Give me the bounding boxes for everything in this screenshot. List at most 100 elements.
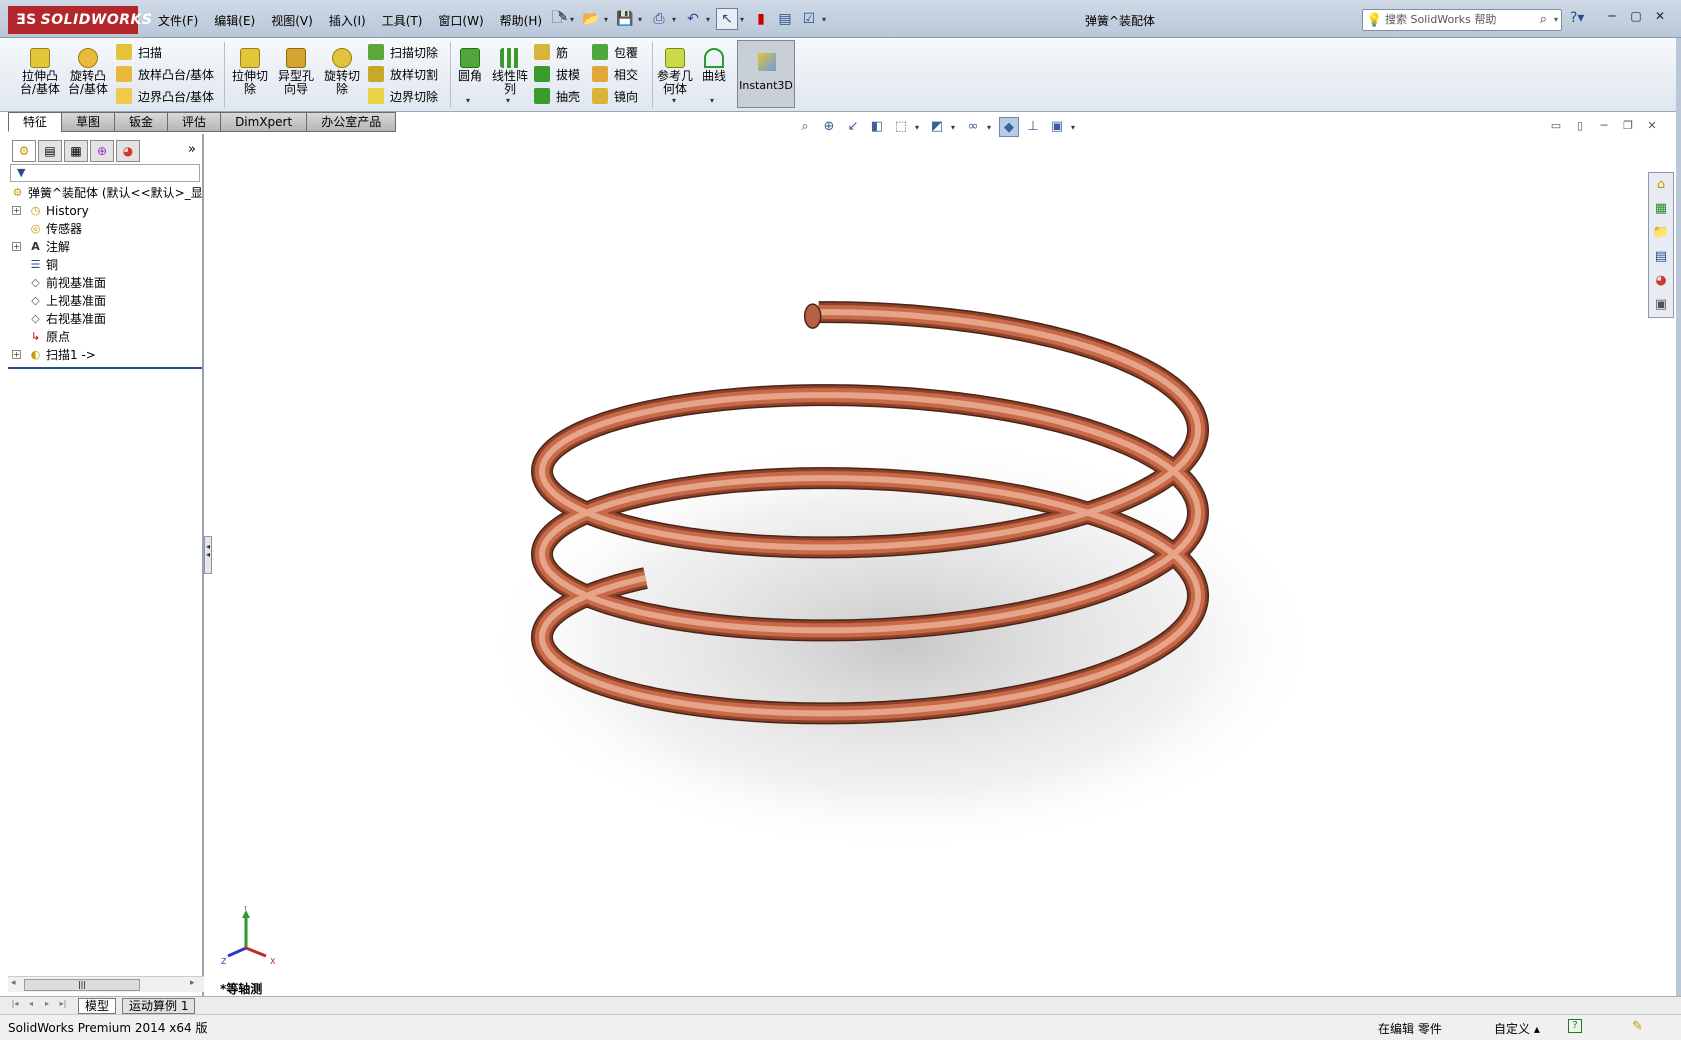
rebuild-traffic-light-icon[interactable]: ▮ [750, 8, 772, 30]
tab-sheet-metal[interactable]: 钣金 [114, 112, 168, 132]
design-library-icon[interactable]: ▦ [1650, 199, 1672, 219]
sweep-cut-button[interactable]: 扫描切除 [368, 42, 438, 62]
tree-item-material[interactable]: ☰ 铜 [8, 256, 202, 274]
open-dropdown-icon[interactable]: ▾ [604, 15, 612, 24]
prev-tab-icon[interactable]: ◂ [24, 999, 38, 1008]
boundary-cut-button[interactable]: 边界切除 [368, 86, 438, 106]
custom-properties-icon[interactable]: ▣ [1650, 295, 1672, 315]
appearances-icon[interactable]: ◕ [1650, 271, 1672, 291]
revolve-cut-button[interactable]: 旋转切 除 [318, 44, 366, 106]
feature-tree-scrollbar[interactable]: ◂ ||| ▸ [8, 976, 204, 992]
intersect-button[interactable]: 相交 [592, 64, 638, 84]
menu-view[interactable]: 视图(V) [263, 10, 321, 31]
scrollbar-thumb[interactable]: ||| [24, 979, 140, 991]
open-folder-icon[interactable]: 📂 [580, 8, 602, 30]
undo-icon[interactable]: ↶ [682, 8, 704, 30]
last-tab-icon[interactable]: ▸| [56, 999, 70, 1008]
loft-cut-button[interactable]: 放样切割 [368, 64, 438, 84]
scroll-right-icon[interactable]: ▸ [190, 978, 195, 988]
scroll-left-icon[interactable]: ◂ [11, 978, 16, 988]
loft-boss-button[interactable]: 放样凸台/基体 [116, 64, 214, 84]
two-view-icon[interactable]: ▯ [1572, 118, 1588, 134]
menu-insert[interactable]: 插入(I) [321, 10, 374, 31]
tree-item-annotations[interactable]: + A 注解 [8, 238, 202, 256]
draft-button[interactable]: 拔模 [534, 64, 580, 84]
spring-model[interactable] [212, 134, 1642, 996]
home-icon[interactable]: ⌂ [1650, 175, 1672, 195]
expand-icon[interactable]: + [12, 350, 21, 359]
boundary-boss-button[interactable]: 边界凸台/基体 [116, 86, 214, 106]
rebuild-status-icon[interactable]: ✎ [1632, 1019, 1643, 1034]
tab-evaluate[interactable]: 评估 [167, 112, 221, 132]
display-style-dropdown-icon[interactable]: ▾ [951, 123, 959, 132]
feature-filter-input[interactable]: ▼ [10, 164, 200, 182]
fillet-dropdown-icon[interactable]: ▾ [466, 96, 470, 105]
tree-item-front-plane[interactable]: ◇ 前视基准面 [8, 274, 202, 292]
property-manager-tab-icon[interactable]: ▤ [38, 140, 62, 162]
shell-button[interactable]: 抽壳 [534, 86, 580, 106]
menu-help[interactable]: 帮助(H) [492, 10, 550, 31]
view-settings-dropdown-icon[interactable]: ▾ [1071, 123, 1079, 132]
tab-model[interactable]: 模型 [78, 998, 117, 1014]
reference-geometry-dropdown-icon[interactable]: ▾ [672, 96, 676, 105]
expand-panel-icon[interactable]: » [188, 142, 196, 157]
hole-wizard-button[interactable]: 异型孔 向导 [272, 44, 320, 106]
options-icon[interactable]: ☑ [798, 8, 820, 30]
revolve-boss-button[interactable]: 旋转凸 台/基体 [64, 44, 112, 106]
tab-motion-study-1[interactable]: 运动算例 1 [122, 998, 196, 1014]
search-dropdown-icon[interactable]: ▾ [1554, 10, 1558, 30]
tree-item-history[interactable]: + ◷ History [8, 202, 202, 220]
tab-features[interactable]: 特征 [8, 112, 62, 132]
menu-file[interactable]: 文件(F) [150, 10, 206, 31]
tree-item-right-plane[interactable]: ◇ 右视基准面 [8, 310, 202, 328]
print-icon[interactable]: ⎙ [648, 8, 670, 30]
sweep-button[interactable]: 扫描 [116, 42, 162, 62]
maximize-icon[interactable]: ▢ [1628, 8, 1644, 24]
tree-item-origin[interactable]: ↳ 原点 [8, 328, 202, 346]
view-orientation-dropdown-icon[interactable]: ▾ [915, 123, 923, 132]
feature-tree-tab-icon[interactable]: ⚙ [12, 140, 36, 162]
expand-icon[interactable]: + [12, 206, 21, 215]
hide-show-dropdown-icon[interactable]: ▾ [987, 123, 995, 132]
extrude-cut-button[interactable]: 拉伸切 除 [226, 44, 274, 106]
doc-close-icon[interactable]: ✕ [1644, 118, 1660, 134]
dimxpert-manager-tab-icon[interactable]: ⊕ [90, 140, 114, 162]
menu-edit[interactable]: 编辑(E) [206, 10, 263, 31]
select-pointer-icon[interactable]: ↖ [716, 8, 738, 30]
extrude-boss-button[interactable]: 拉伸凸 台/基体 [16, 44, 64, 106]
tree-item-sweep1[interactable]: + ◐ 扫描1 -> [8, 346, 202, 364]
next-tab-icon[interactable]: ▸ [40, 999, 54, 1008]
tree-item-sensors[interactable]: ◎ 传感器 [8, 220, 202, 238]
tab-office-products[interactable]: 办公室产品 [306, 112, 397, 132]
menu-tools[interactable]: 工具(T) [374, 10, 431, 31]
save-icon[interactable]: 💾 [614, 8, 636, 30]
select-dropdown-icon[interactable]: ▾ [740, 15, 748, 24]
solidworks-logo[interactable]: ƎS SOLIDWORKS [8, 6, 152, 34]
single-view-icon[interactable]: ▭ [1548, 118, 1564, 134]
doc-restore-icon[interactable]: ❐ [1620, 118, 1636, 134]
minimize-icon[interactable]: ─ [1604, 8, 1620, 24]
expand-icon[interactable]: + [12, 242, 21, 251]
units-custom-button[interactable]: 自定义 ▴ [1494, 1020, 1540, 1037]
curves-dropdown-icon[interactable]: ▾ [710, 96, 714, 105]
rib-button[interactable]: 筋 [534, 42, 568, 62]
linear-pattern-dropdown-icon[interactable]: ▾ [506, 96, 510, 105]
tree-item-top-plane[interactable]: ◇ 上视基准面 [8, 292, 202, 310]
instant3d-button[interactable]: Instant3D [737, 40, 795, 108]
wrap-button[interactable]: 包覆 [592, 42, 638, 62]
close-icon[interactable]: ✕ [1652, 8, 1668, 24]
file-explorer-icon[interactable]: 📁 [1650, 223, 1672, 243]
new-dropdown-icon[interactable]: ▾ [570, 15, 578, 24]
display-manager-tab-icon[interactable]: ◕ [116, 140, 140, 162]
tab-dimxpert[interactable]: DimXpert [220, 112, 307, 132]
view-palette-icon[interactable]: ▤ [1650, 247, 1672, 267]
help-question-icon[interactable]: ?▾ [1570, 10, 1584, 26]
configuration-manager-tab-icon[interactable]: ▦ [64, 140, 88, 162]
undo-dropdown-icon[interactable]: ▾ [706, 15, 714, 24]
new-document-icon[interactable]: 🗋 [546, 8, 568, 30]
options-dropdown-icon[interactable]: ▾ [822, 15, 830, 24]
quick-tips-help-icon[interactable]: ? [1568, 1019, 1582, 1033]
mirror-button[interactable]: 镜向 [592, 86, 638, 106]
save-dropdown-icon[interactable]: ▾ [638, 15, 646, 24]
tab-sketch[interactable]: 草图 [61, 112, 115, 132]
